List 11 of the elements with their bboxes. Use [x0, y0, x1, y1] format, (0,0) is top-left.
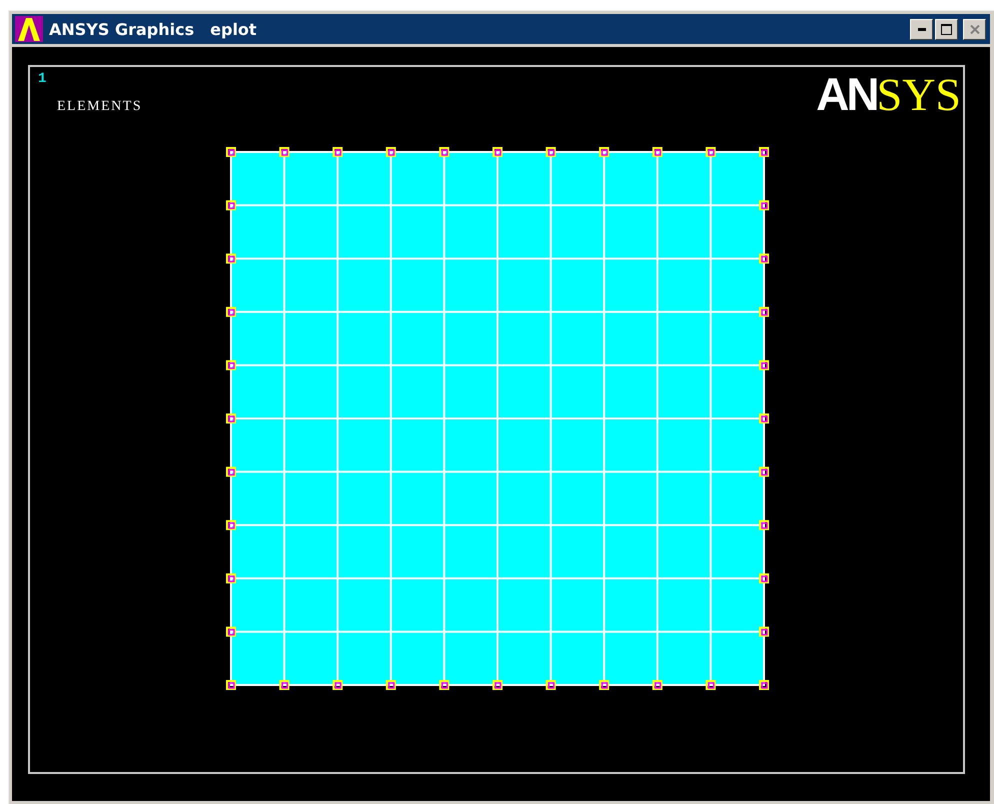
window-title: ANSYS Graphics	[49, 20, 194, 38]
close-icon	[970, 24, 980, 34]
window-number: 1	[38, 71, 46, 87]
maximize-icon	[941, 24, 952, 34]
plot-label: ELEMENTS	[57, 99, 142, 115]
minimize-button[interactable]	[910, 18, 933, 40]
window-subtitle: eplot	[210, 20, 257, 38]
maximize-button[interactable]	[935, 18, 958, 40]
app-logo-icon	[15, 16, 43, 42]
minimize-icon	[918, 28, 926, 30]
ansys-logo: ANSYS	[816, 71, 961, 118]
